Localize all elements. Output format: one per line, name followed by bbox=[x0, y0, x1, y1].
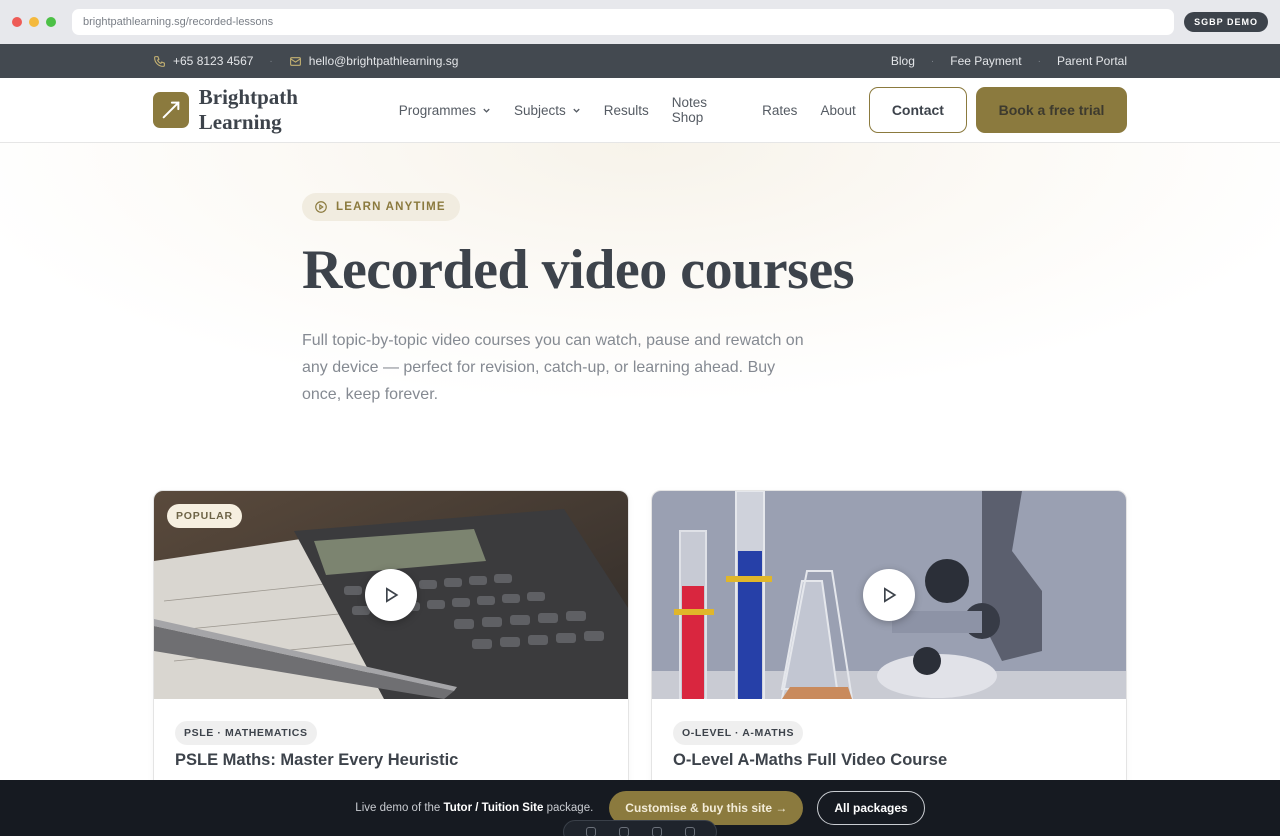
separator: · bbox=[930, 55, 935, 67]
blog-link[interactable]: Blog bbox=[891, 54, 915, 68]
nav-label: Programmes bbox=[398, 102, 476, 118]
logo-icon bbox=[153, 92, 189, 128]
close-dot[interactable] bbox=[12, 17, 22, 27]
nav-item-about[interactable]: About bbox=[820, 103, 855, 118]
parent-portal-link[interactable]: Parent Portal bbox=[1057, 54, 1127, 68]
email-text: hello@brightpathlearning.sg bbox=[308, 54, 459, 68]
mail-icon bbox=[289, 56, 301, 66]
course-thumbnail: POPULAR bbox=[154, 491, 628, 699]
demo-chip: SGBP DEMO bbox=[1184, 12, 1268, 32]
play-circle-icon bbox=[315, 201, 327, 213]
brand-name: Brightpath Learning bbox=[198, 85, 298, 134]
contact-button[interactable]: Contact bbox=[868, 87, 968, 133]
nav-menu: Programmes Subjects Results Notes Shop R… bbox=[399, 95, 856, 125]
nav-item-programmes[interactable]: Programmes bbox=[399, 103, 491, 118]
nav-item-subjects[interactable]: Subjects bbox=[514, 103, 581, 118]
separator: · bbox=[1037, 55, 1041, 67]
separator: · bbox=[269, 55, 273, 67]
email-link[interactable]: hello@brightpathlearning.sg bbox=[289, 54, 459, 68]
course-thumbnail bbox=[652, 491, 1126, 699]
package-name: Tutor / Tuition Site bbox=[443, 802, 544, 814]
course-card-o-level-a-maths[interactable]: O-LEVEL · A-MATHS O-Level A-Maths Full V… bbox=[651, 490, 1127, 790]
minimize-dot[interactable] bbox=[29, 17, 39, 27]
chevron-down-icon bbox=[483, 108, 490, 113]
phone-text: +65 8123 4567 bbox=[173, 54, 254, 68]
nav-item-notes-shop[interactable]: Notes Shop bbox=[672, 95, 739, 125]
course-tag: PSLE · MATHEMATICS bbox=[175, 721, 317, 745]
browser-chrome: brightpathlearning.sg/recorded-lessons S… bbox=[0, 0, 1280, 44]
nav-label: Subjects bbox=[513, 102, 566, 118]
dock-icon[interactable] bbox=[684, 827, 695, 836]
url-bar[interactable]: brightpathlearning.sg/recorded-lessons bbox=[72, 9, 1175, 35]
play-icon bbox=[386, 587, 399, 603]
popular-badge: POPULAR bbox=[167, 504, 242, 528]
demo-text-prefix: Live demo of the bbox=[355, 802, 441, 814]
all-packages-button[interactable]: All packages bbox=[817, 791, 925, 825]
pill-label: LEARN ANYTIME bbox=[336, 201, 446, 213]
course-tag: O-LEVEL · A-MATHS bbox=[673, 721, 804, 745]
hero-description: Full topic-by-topic video courses you ca… bbox=[302, 332, 804, 403]
phone-link[interactable]: +65 8123 4567 bbox=[153, 54, 253, 68]
main-nav: Brightpath Learning Programmes Subjects … bbox=[0, 78, 1280, 143]
nav-item-rates[interactable]: Rates bbox=[762, 103, 797, 118]
maximize-dot[interactable] bbox=[46, 17, 56, 27]
play-button[interactable] bbox=[365, 569, 417, 621]
book-trial-button[interactable]: Book a free trial bbox=[976, 87, 1127, 133]
top-bar: +65 8123 4567 · hello@brightpathlearning… bbox=[0, 44, 1280, 78]
demo-text-suffix: package. bbox=[546, 802, 594, 814]
window-controls bbox=[12, 17, 56, 27]
dock-icon[interactable] bbox=[618, 827, 629, 836]
phone-icon bbox=[154, 55, 165, 67]
url-text: brightpathlearning.sg/recorded-lessons bbox=[83, 16, 274, 28]
course-title[interactable]: O-Level A-Maths Full Video Course bbox=[673, 751, 947, 770]
course-card-psle-maths[interactable]: POPULAR PSLE · MATHEMATICS PSLE Maths: M… bbox=[153, 490, 629, 790]
chevron-down-icon bbox=[573, 108, 580, 113]
learn-anytime-pill: LEARN ANYTIME bbox=[302, 193, 460, 221]
play-icon bbox=[884, 587, 897, 603]
toolbar-dock bbox=[563, 820, 717, 836]
demo-text: Live demo of the Tutor / Tuition Site pa… bbox=[355, 802, 593, 814]
page-title: Recorded video courses bbox=[302, 239, 855, 301]
nav-item-results[interactable]: Results bbox=[604, 103, 649, 118]
dock-icon[interactable] bbox=[651, 827, 662, 836]
brand-logo[interactable]: Brightpath Learning bbox=[153, 85, 385, 135]
fee-payment-link[interactable]: Fee Payment bbox=[950, 54, 1021, 68]
dock-icon[interactable] bbox=[585, 827, 596, 836]
play-button[interactable] bbox=[863, 569, 915, 621]
course-title[interactable]: PSLE Maths: Master Every Heuristic bbox=[175, 751, 458, 770]
